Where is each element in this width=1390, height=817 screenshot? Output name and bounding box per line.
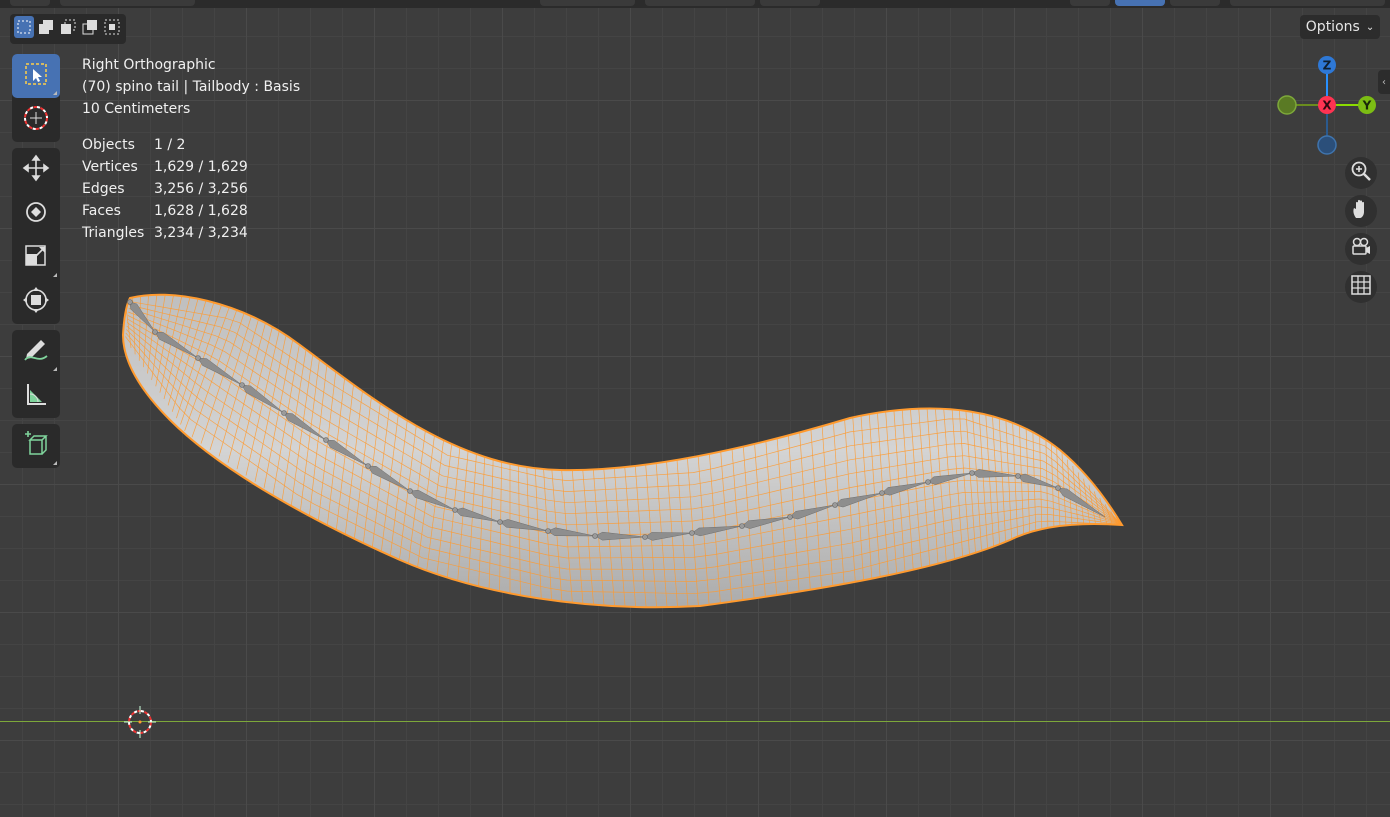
bone-joint[interactable] bbox=[925, 479, 931, 485]
bone-joint[interactable] bbox=[1055, 485, 1061, 491]
bone-joint[interactable] bbox=[879, 490, 885, 496]
bone-joint[interactable] bbox=[452, 507, 458, 513]
bone-joint[interactable] bbox=[407, 488, 413, 494]
bone-joint[interactable] bbox=[592, 533, 598, 539]
bone-joint[interactable] bbox=[365, 463, 371, 469]
bone-joint[interactable] bbox=[127, 299, 133, 305]
tail-mesh[interactable] bbox=[0, 0, 1390, 817]
bone-joint[interactable] bbox=[832, 502, 838, 508]
bone-joint[interactable] bbox=[195, 355, 201, 361]
bone-joint[interactable] bbox=[152, 329, 158, 335]
bone-joint[interactable] bbox=[545, 528, 551, 534]
bone-joint[interactable] bbox=[689, 530, 695, 536]
bone-joint[interactable] bbox=[739, 523, 745, 529]
bone-joint[interactable] bbox=[787, 514, 793, 520]
bone-joint[interactable] bbox=[497, 519, 503, 525]
bone-joint[interactable] bbox=[281, 410, 287, 416]
bone-joint[interactable] bbox=[239, 382, 245, 388]
bone-joint[interactable] bbox=[642, 534, 648, 540]
bone-joint[interactable] bbox=[323, 437, 329, 443]
bone-joint[interactable] bbox=[1015, 473, 1021, 479]
bone-joint[interactable] bbox=[969, 470, 975, 476]
3d-cursor-icon[interactable] bbox=[124, 706, 156, 738]
